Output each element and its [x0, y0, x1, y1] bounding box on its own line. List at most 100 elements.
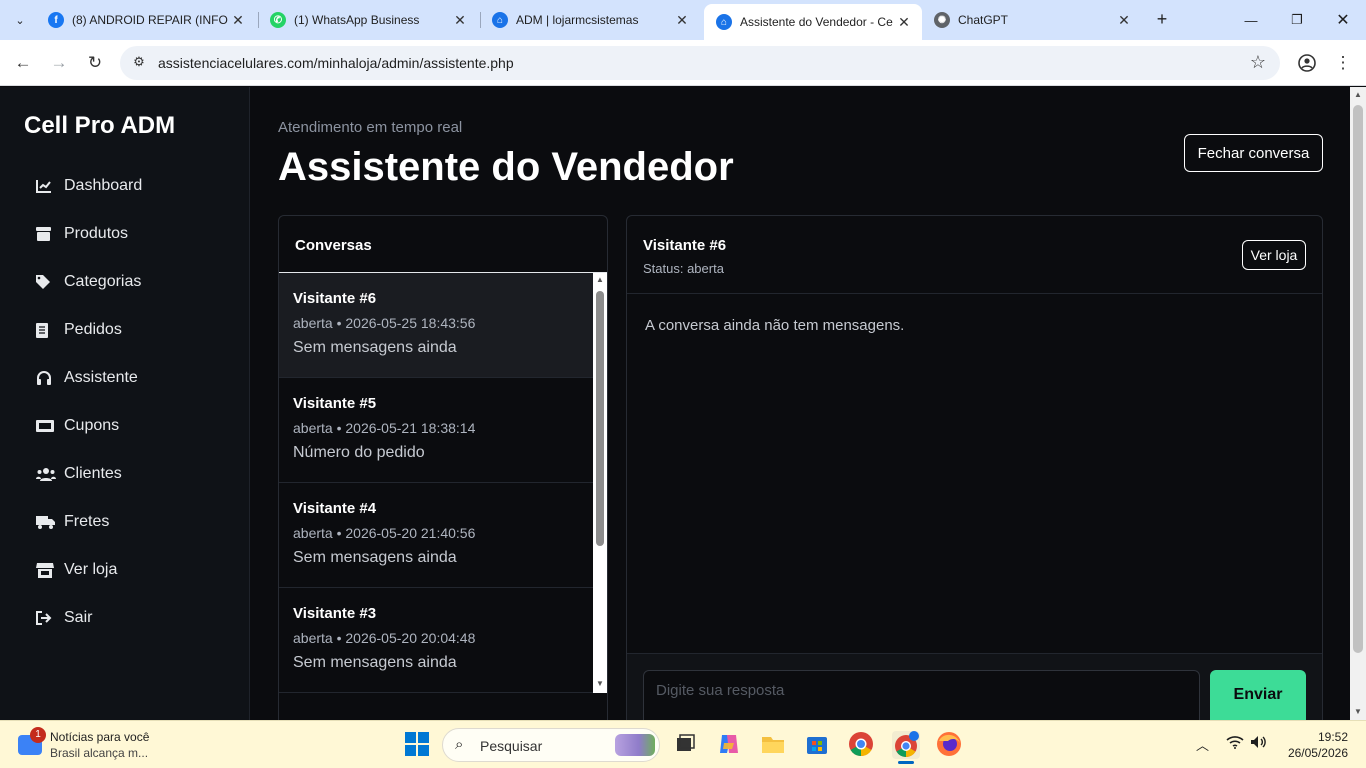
scrollbar-thumb[interactable]	[596, 291, 604, 546]
site-settings-icon[interactable]: ⚙	[130, 54, 148, 72]
address-bar[interactable]: ⚙ assistenciacelulares.com/minhaloja/adm…	[120, 46, 1280, 80]
conversation-last-message: Sem mensagens ainda	[293, 339, 457, 356]
browser-toolbar: ← → ↻ ⚙ assistenciacelulares.com/minhalo…	[0, 40, 1366, 86]
view-store-button[interactable]: Ver loja	[1242, 240, 1306, 270]
conversation-meta: aberta • 2026-05-20 21:40:56	[293, 525, 476, 541]
sidebar-item-fretes[interactable]: Fretes	[36, 508, 109, 536]
chat-panel: Visitante #6 Status: aberta Ver loja A c…	[626, 215, 1323, 720]
conversation-meta: aberta • 2026-05-21 18:38:14	[293, 420, 476, 436]
conversation-last-message: Número do pedido	[293, 444, 425, 461]
conversation-item[interactable]: Visitante #5 aberta • 2026-05-21 18:38:1…	[279, 378, 593, 483]
chat-visitor-name: Visitante #6	[643, 237, 727, 254]
active-app-indicator	[898, 761, 914, 764]
sidebar-item-categorias[interactable]: Categorias	[36, 268, 141, 296]
conversations-heading: Conversas	[295, 237, 372, 254]
forward-icon[interactable]: →	[46, 50, 72, 76]
profile-icon[interactable]	[1294, 50, 1320, 76]
url-text[interactable]: assistenciacelulares.com/minhaloja/admin…	[158, 55, 514, 71]
scroll-down-icon[interactable]: ▼	[1350, 704, 1366, 720]
menu-kebab-icon[interactable]: ⋮	[1330, 50, 1356, 76]
file-explorer-icon[interactable]	[760, 731, 788, 759]
tab-chatgpt[interactable]: ✺ ChatGPT ✕	[922, 4, 1142, 36]
whatsapp-icon: ✆	[270, 12, 286, 28]
sidebar-item-dashboard[interactable]: Dashboard	[36, 172, 142, 200]
sidebar-item-label: Sair	[64, 609, 93, 626]
chrome-profile-icon[interactable]	[892, 731, 920, 759]
tray-chevron-icon[interactable]: ︿	[1196, 735, 1209, 754]
system-clock[interactable]: 19:52 26/05/2026	[1284, 729, 1348, 761]
window-close-icon[interactable]: ✕	[1320, 0, 1366, 40]
scroll-up-icon[interactable]: ▲	[1350, 87, 1366, 103]
conversations-scrollbar[interactable]: ▲ ▼	[593, 273, 607, 693]
conversation-name: Visitante #6	[293, 290, 377, 307]
chat-header: Visitante #6 Status: aberta Ver loja	[627, 216, 1322, 294]
page-title: Assistente do Vendedor	[278, 145, 734, 189]
taskbar-search[interactable]: ⌕ Pesquisar	[442, 728, 660, 762]
close-icon[interactable]: ✕	[1114, 12, 1134, 29]
close-conversation-button[interactable]: Fechar conversa	[1184, 134, 1323, 172]
sidebar-item-produtos[interactable]: Produtos	[36, 220, 128, 248]
conversation-last-message: Sem mensagens ainda	[293, 654, 457, 671]
new-tab-button[interactable]: +	[1150, 8, 1174, 32]
page-scrollbar[interactable]: ▲ ▼	[1350, 87, 1366, 720]
tab-whatsapp[interactable]: ✆ (1) WhatsApp Business ✕	[258, 4, 478, 36]
tab-facebook[interactable]: f (8) ANDROID REPAIR (INFOC ✕	[36, 4, 256, 36]
chart-line-icon	[36, 179, 56, 193]
truck-icon	[36, 515, 56, 529]
tab-title: ADM | lojarmcsistemas	[516, 13, 639, 27]
task-view-icon[interactable]	[672, 731, 700, 759]
sidebar-item-label: Cupons	[64, 417, 120, 434]
tab-adm[interactable]: ⌂ ADM | lojarmcsistemas ✕	[480, 4, 700, 36]
conversation-item[interactable]: Visitante #6 aberta • 2026-05-25 18:43:5…	[279, 273, 593, 378]
windows-start-icon[interactable]	[404, 731, 432, 759]
close-icon[interactable]: ✕	[450, 12, 470, 29]
bookmark-star-icon[interactable]: ☆	[1250, 52, 1266, 73]
sidebar-item-pedidos[interactable]: Pedidos	[36, 316, 122, 344]
sidebar-item-label: Categorias	[64, 273, 142, 290]
wifi-icon[interactable]	[1226, 735, 1244, 752]
scrollbar-thumb[interactable]	[1353, 105, 1363, 653]
chat-composer: Enviar	[627, 653, 1322, 720]
conversation-name: Visitante #5	[293, 395, 377, 412]
news-widget[interactable]: 1 Notícias para você Brasil alcança m...	[16, 727, 196, 763]
sidebar-item-label: Fretes	[64, 513, 110, 530]
restore-icon[interactable]: ❐	[1274, 0, 1320, 40]
sidebar-item-cupons[interactable]: Cupons	[36, 412, 119, 440]
reply-input[interactable]	[643, 670, 1200, 720]
scroll-up-icon[interactable]: ▲	[593, 273, 607, 287]
tab-assistente-active[interactable]: ⌂ Assistente do Vendedor - Ce ✕	[704, 4, 922, 40]
volume-icon[interactable]	[1250, 735, 1268, 752]
close-icon[interactable]: ✕	[228, 12, 248, 29]
conversation-item[interactable]: Visitante #3 aberta • 2026-05-20 20:04:4…	[279, 588, 593, 693]
sidebar-item-ver-loja[interactable]: Ver loja	[36, 556, 117, 584]
back-icon[interactable]: ←	[10, 50, 36, 76]
reload-icon[interactable]: ↻	[82, 50, 108, 76]
clock-date: 26/05/2026	[1287, 746, 1348, 760]
facebook-icon: f	[48, 12, 64, 28]
conversation-item[interactable]: Visitante #4 aberta • 2026-05-20 21:40:5…	[279, 483, 593, 588]
scroll-down-icon[interactable]: ▼	[593, 677, 607, 691]
minimize-icon[interactable]: —	[1228, 0, 1274, 40]
sidebar-item-label: Assistente	[64, 369, 138, 386]
main-content: Atendimento em tempo real Assistente do …	[250, 87, 1350, 720]
store-app-icon[interactable]	[804, 731, 832, 759]
copilot-icon[interactable]	[716, 731, 744, 759]
tab-title: ChatGPT	[958, 13, 1009, 27]
conversation-meta: aberta • 2026-05-20 20:04:48	[293, 630, 476, 646]
sidebar-item-clientes[interactable]: Clientes	[36, 460, 122, 488]
chat-status: Status: aberta	[643, 261, 724, 276]
chrome-icon[interactable]	[848, 731, 876, 759]
clock-time: 19:52	[1317, 730, 1348, 744]
tab-search-dropdown-icon[interactable]: ⌄	[8, 8, 32, 32]
close-icon[interactable]: ✕	[894, 14, 914, 31]
send-button[interactable]: Enviar	[1210, 670, 1306, 720]
sidebar-item-sair[interactable]: Sair	[36, 604, 92, 632]
sidebar-item-label: Clientes	[64, 465, 122, 482]
sidebar-item-assistente[interactable]: Assistente	[36, 364, 138, 392]
home-icon: ⌂	[492, 12, 508, 28]
sidebar: Cell Pro ADM Dashboard Produtos Categori…	[0, 87, 250, 720]
close-icon[interactable]: ✕	[672, 12, 692, 29]
conversations-list: Visitante #6 aberta • 2026-05-25 18:43:5…	[279, 273, 593, 693]
browser-tab-bar: ⌄ f (8) ANDROID REPAIR (INFOC ✕ ✆ (1) Wh…	[0, 0, 1366, 40]
firefox-icon[interactable]	[936, 731, 964, 759]
